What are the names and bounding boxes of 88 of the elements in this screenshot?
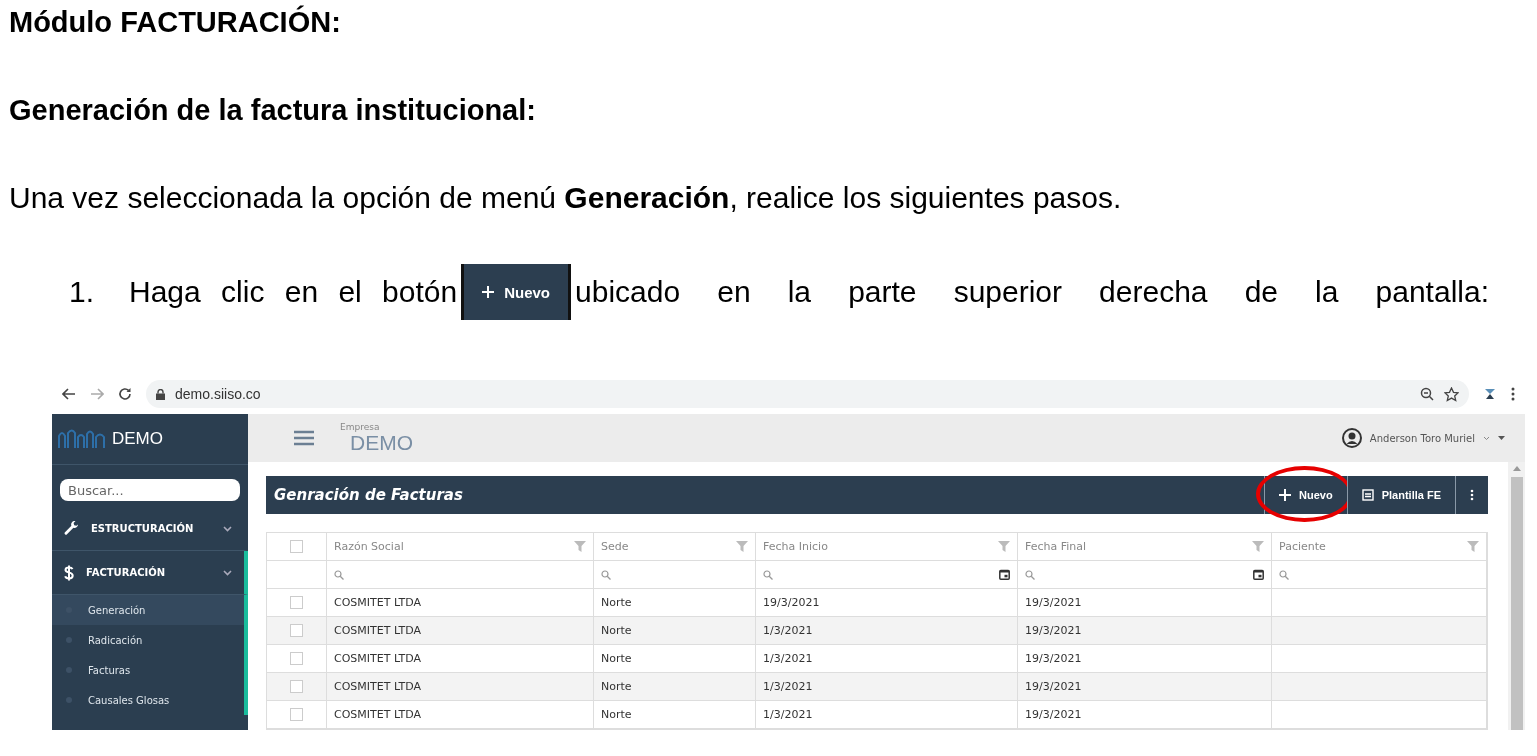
zoom-out-icon[interactable] (1420, 387, 1434, 401)
search-field[interactable]: Buscar... (60, 479, 240, 501)
intro-paragraph: Una vez seleccionada la opción de menú Generación, realice los siguientes pasos. (9, 180, 1122, 216)
caret-icon[interactable] (1498, 436, 1505, 440)
checkbox[interactable] (290, 708, 303, 721)
column-header: Fecha Final (1025, 540, 1087, 553)
filter-field[interactable] (1018, 561, 1272, 589)
column-header: Fecha Inicio (763, 540, 828, 553)
scroll-up-icon[interactable] (1512, 466, 1521, 471)
new-button[interactable]: Nuevo (461, 264, 572, 320)
filter-icon[interactable] (1467, 541, 1479, 552)
checkbox[interactable] (290, 624, 303, 637)
table-cell: Norte (601, 652, 632, 665)
more-icon (1470, 489, 1474, 501)
table-cell: Norte (601, 624, 632, 637)
plus-icon (1279, 489, 1292, 501)
panel-title: Genración de Facturas (274, 486, 464, 504)
table-cell: COSMITET LTDA (334, 652, 422, 665)
checkbox[interactable] (290, 680, 303, 693)
checkbox[interactable] (290, 540, 303, 553)
table-cell: 19/3/2021 (1025, 652, 1082, 665)
table-cell: 1/3/2021 (763, 708, 813, 721)
scrollbar[interactable] (1508, 462, 1525, 730)
search-icon (601, 569, 611, 580)
filter-icon[interactable] (1252, 541, 1264, 552)
table-cell: Norte (601, 708, 632, 721)
column-header: Paciente (1279, 540, 1326, 553)
table-cell: 19/3/2021 (1025, 624, 1082, 637)
brand-name: DEMO (112, 429, 163, 449)
extension-icon[interactable] (1483, 387, 1497, 401)
document-icon (1361, 489, 1374, 501)
filter-icon[interactable] (998, 541, 1010, 552)
section-heading: Generación de la factura institucional: (9, 92, 537, 128)
forward-icon[interactable] (90, 388, 104, 400)
table-cell: 19/3/2021 (763, 596, 820, 609)
search-icon (1025, 569, 1035, 580)
back-icon[interactable] (62, 388, 76, 400)
reload-icon[interactable] (118, 387, 132, 401)
table-cell: COSMITET LTDA (334, 708, 422, 721)
user-menu[interactable]: Anderson Toro Muriel (1369, 432, 1475, 444)
wrench-icon (64, 521, 79, 536)
lock-icon (156, 388, 165, 400)
table-cell: COSMITET LTDA (334, 596, 422, 609)
table-cell: Norte (601, 596, 632, 609)
company-name: DEMO (350, 432, 413, 453)
calendar-icon[interactable] (1253, 569, 1264, 580)
submenu-item[interactable]: Causales Glosas (52, 685, 244, 715)
checkbox[interactable] (290, 652, 303, 665)
table-cell: 19/3/2021 (1025, 680, 1082, 693)
avatar-icon (1341, 428, 1362, 448)
chevron-icon[interactable] (1483, 435, 1490, 441)
dollar-icon (64, 564, 74, 581)
step-number: 1. (69, 275, 96, 309)
logo-drawing (58, 428, 106, 450)
table-cell: COSMITET LTDA (334, 680, 422, 693)
calendar-icon[interactable] (999, 569, 1010, 580)
menu-icon[interactable] (294, 430, 314, 446)
submenu-item[interactable]: Generación (52, 595, 244, 625)
chevron-icon (223, 569, 232, 576)
filter-icon[interactable] (574, 541, 586, 552)
submenu-item[interactable]: Facturas (52, 655, 244, 685)
step-text: ubicado en la parte superior derecha de la pantalla: (575, 275, 1489, 309)
search-icon (1279, 569, 1289, 580)
table-cell: 1/3/2021 (763, 624, 813, 637)
filter-field[interactable] (327, 561, 594, 589)
filter-icon[interactable] (736, 541, 748, 552)
search-icon (763, 569, 773, 580)
search-icon (334, 569, 344, 580)
document-heading: Módulo FACTURACIÓN: (9, 4, 342, 40)
table-cell: 19/3/2021 (1025, 596, 1082, 609)
table-cell: COSMITET LTDA (334, 624, 422, 637)
company-label: Empresa (340, 423, 381, 432)
table-cell: 19/3/2021 (1025, 708, 1082, 721)
filter-field[interactable] (1272, 561, 1487, 589)
column-header: Sede (601, 540, 629, 553)
filter-field[interactable] (594, 561, 756, 589)
chevron-icon (223, 525, 232, 532)
star-icon[interactable] (1444, 386, 1459, 402)
filter-field[interactable] (756, 561, 1018, 589)
table-cell: 1/3/2021 (763, 652, 813, 665)
step-text: Haga clic en el botón (129, 275, 458, 309)
table-cell: 1/3/2021 (763, 680, 813, 693)
submenu-item[interactable]: Radicación (52, 625, 244, 655)
checkbox[interactable] (290, 596, 303, 609)
table-cell: Norte (601, 680, 632, 693)
plus-icon (482, 286, 495, 298)
more-icon[interactable] (1511, 387, 1515, 401)
column-header: Razón Social (334, 540, 404, 553)
